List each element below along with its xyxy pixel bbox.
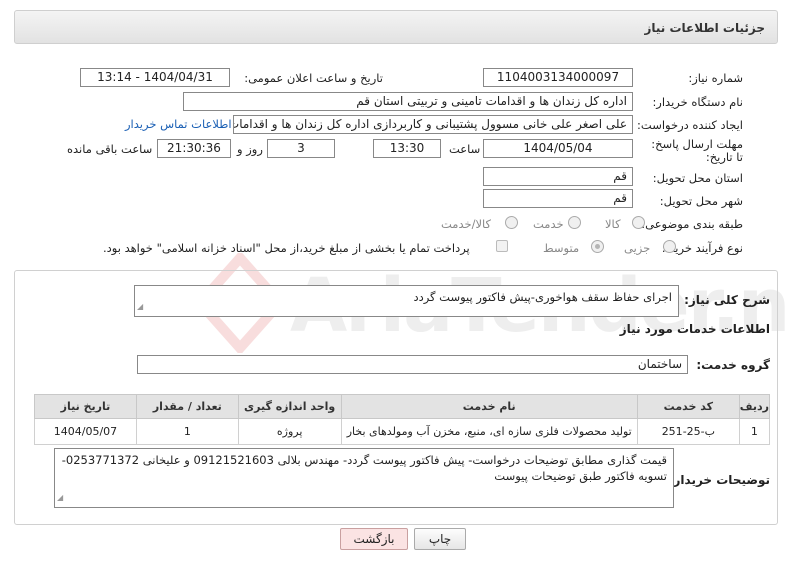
- col-date-header: تاریخ نیاز: [34, 394, 137, 419]
- table-row: 1 ب-25-251 تولید محصولات فلزی سازه ای، م…: [34, 418, 771, 445]
- process-option-minor: جزیی: [624, 241, 651, 255]
- days-label: روز و: [237, 142, 263, 156]
- remaining-time-label: ساعت باقی مانده: [67, 142, 153, 156]
- deadline-time-label: ساعت: [449, 142, 481, 156]
- announce-datetime-field: 1404/04/31 - 13:14: [80, 68, 230, 87]
- treasury-payment-note: پرداخت تمام یا بخشی از مبلغ خرید،از محل …: [103, 241, 470, 255]
- cell-service-name: تولید محصولات فلزی سازه ای، منبع، مخزن آ…: [340, 418, 638, 445]
- category-radio-goods[interactable]: [632, 216, 645, 229]
- announce-datetime-label: تاریخ و ساعت اعلان عمومی:: [244, 71, 383, 85]
- services-section-title: اطلاعات خدمات مورد نیاز: [619, 322, 770, 336]
- back-button[interactable]: بازگشت: [340, 528, 408, 550]
- province-field: قم: [483, 167, 633, 186]
- buyer-org-field: اداره کل زندان ها و اقدامات تامینی و ترب…: [183, 92, 633, 111]
- process-option-medium: متوسط: [543, 241, 580, 255]
- category-option-service: خدمت: [533, 217, 564, 231]
- cell-need-date: 1404/05/07: [34, 418, 137, 445]
- deadline-date-field: 1404/05/04: [483, 139, 633, 158]
- need-number-label: شماره نیاز:: [688, 71, 743, 85]
- services-table: ردیف کد خدمت نام خدمت واحد اندازه گیری ت…: [34, 394, 771, 445]
- col-unit-header: واحد اندازه گیری: [237, 394, 342, 419]
- details-header-panel: جزئیات اطلاعات نیاز: [14, 10, 778, 44]
- requester-field: علی اصغر علی خانی مسوول پشتیبانی و کاربر…: [233, 115, 633, 134]
- city-label: شهر محل تحویل:: [659, 194, 743, 208]
- category-label: طبقه بندی موضوعی:: [641, 217, 743, 231]
- buyer-notes-field: قیمت گذاری مطابق توضیحات درخواست- پیش فا…: [54, 448, 674, 508]
- city-field: قم: [483, 189, 633, 208]
- print-button[interactable]: چاپ: [414, 528, 466, 550]
- col-qty-header: تعداد / مقدار: [135, 394, 239, 419]
- resize-grip-icon: ◢: [137, 302, 144, 311]
- days-field: 3: [267, 139, 335, 158]
- category-radio-goods-service[interactable]: [505, 216, 518, 229]
- summary-label: شرح کلی نیاز:: [684, 293, 770, 307]
- requester-label: ایجاد کننده درخواست:: [637, 118, 743, 132]
- process-radio-medium[interactable]: [591, 240, 604, 253]
- cell-unit: پروژه: [237, 418, 342, 445]
- deadline-label: مهلت ارسال پاسخ: تا تاریخ:: [651, 137, 743, 164]
- col-name-header: نام خدمت: [340, 394, 638, 419]
- buyer-notes-text: قیمت گذاری مطابق توضیحات درخواست- پیش فا…: [61, 453, 667, 483]
- cell-row-number: 1: [738, 418, 771, 445]
- treasury-payment-checkbox[interactable]: [496, 240, 508, 252]
- page-title: جزئیات اطلاعات نیاز: [644, 21, 765, 35]
- need-number-field: 1104003134000097: [483, 68, 633, 87]
- resize-grip-icon: ◢: [57, 493, 64, 502]
- summary-text: اجرای حفاظ سقف هواخوری-پیش فاکتور پیوست …: [413, 290, 672, 304]
- process-radio-minor[interactable]: [663, 240, 676, 253]
- category-option-goods: کالا: [605, 217, 621, 231]
- category-option-goods-service: کالا/خدمت: [441, 217, 492, 231]
- cell-quantity: 1: [135, 418, 239, 445]
- col-code-header: کد خدمت: [636, 394, 740, 419]
- remaining-time-field: 21:30:36: [157, 139, 231, 158]
- buyer-contact-link[interactable]: اطلاعات تماس خریدار: [125, 117, 232, 131]
- summary-field: اجرای حفاظ سقف هواخوری-پیش فاکتور پیوست …: [134, 285, 679, 317]
- cell-service-code: ب-25-251: [636, 418, 740, 445]
- province-label: استان محل تحویل:: [652, 171, 743, 185]
- table-header-row: ردیف کد خدمت نام خدمت واحد اندازه گیری ت…: [34, 394, 771, 419]
- col-row-header: ردیف: [738, 394, 771, 419]
- category-radio-service[interactable]: [568, 216, 581, 229]
- buyer-notes-label: توضیحات خریدار:: [668, 473, 770, 487]
- service-group-field: ساختمان: [137, 355, 688, 374]
- deadline-time-field: 13:30: [373, 139, 441, 158]
- service-group-label: گروه خدمت:: [696, 358, 770, 372]
- buyer-org-label: نام دستگاه خریدار:: [652, 95, 743, 109]
